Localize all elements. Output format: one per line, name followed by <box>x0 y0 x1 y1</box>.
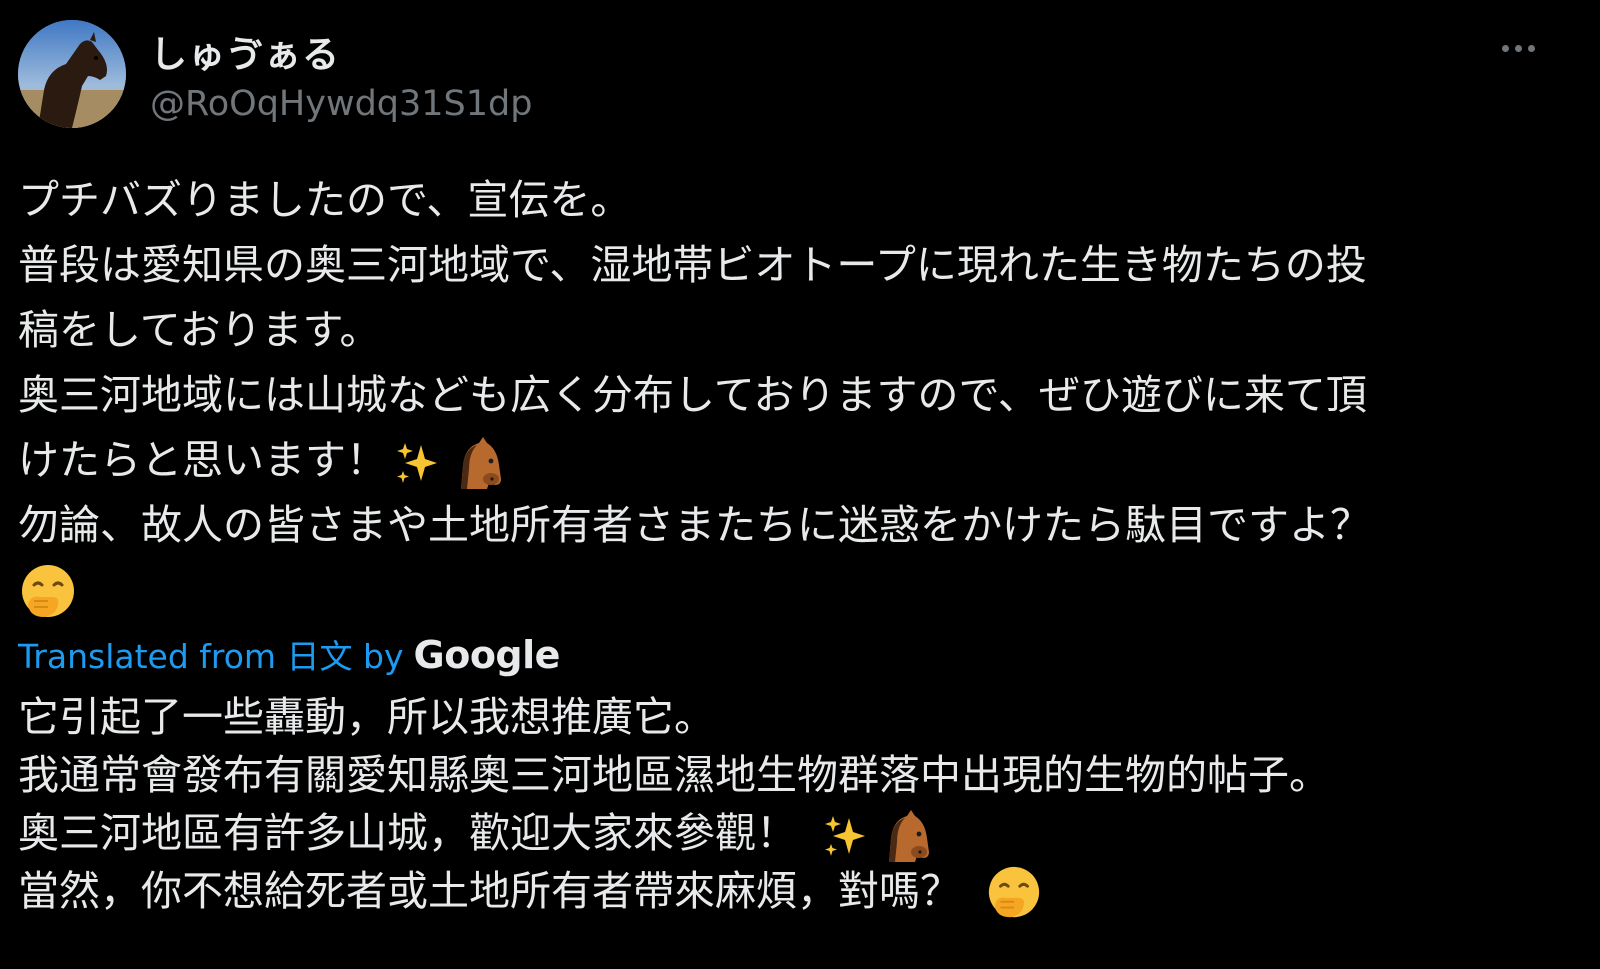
sparkles-emoji <box>393 439 441 487</box>
translation-attribution: Translated from 日文 by Google <box>18 630 560 678</box>
horse-photo-avatar <box>18 20 126 128</box>
author-display-name[interactable]: しゅゔぁる <box>150 24 340 78</box>
translation-line: 奧三河地區有許多山城，歡迎大家來參觀！ <box>18 809 797 857</box>
translation-line-with-emoji: 當然，你不想給死者或土地所有者帶來麻煩，對嗎？ <box>18 862 1578 920</box>
post-line: プチバズりましたので、宣伝を。 <box>18 176 632 224</box>
more-dot <box>1501 44 1509 52</box>
translation-line: 當然，你不想給死者或土地所有者帶來麻煩，對嗎？ <box>18 867 961 915</box>
horse-face-emoji <box>447 435 503 491</box>
google-logo: Google <box>413 633 561 677</box>
translation-body: 它引起了一些轟動，所以我想推廣它。 我通常會發布有關愛知縣奧三河地區濕地生物群落… <box>18 688 1578 920</box>
post-line-emoji-only <box>18 558 1578 623</box>
tweet-card: しゅゔぁる @RoOqHywdq31S1dp プチバズりましたので、宣伝を。 普… <box>0 0 1600 969</box>
post-line: 勿論、故人の皆さまや土地所有者さまたちに迷惑をかけたら駄目ですよ？ <box>18 501 1371 549</box>
translation-line: 它引起了一些轟動，所以我想推廣它。 <box>18 693 715 741</box>
hand-over-mouth-emoji <box>985 865 1043 923</box>
ellipsis-icon[interactable] <box>1488 30 1548 66</box>
more-dot <box>1527 44 1535 52</box>
translation-line-with-emoji: 奧三河地區有許多山城，歡迎大家來參觀！ <box>18 804 1578 862</box>
author-handle[interactable]: @RoOqHywdq31S1dp <box>150 84 532 124</box>
post-line: 普段は愛知県の奥三河地域で、湿地帯ビオトープに現れた生き物たちの投 <box>18 241 1367 289</box>
horse-face-emoji <box>875 808 931 864</box>
post-line: 奥三河地域には山城なども広く分布しておりますので、ぜひ遊びに来て頂 <box>18 371 1367 419</box>
avatar[interactable] <box>18 20 126 128</box>
sparkles-emoji <box>821 812 869 860</box>
post-body: プチバズりましたので、宣伝を。 普段は愛知県の奥三河地域で、湿地帯ビオトープに現… <box>18 168 1578 623</box>
translated-from-link[interactable]: Translated from 日文 by <box>18 630 404 678</box>
post-line: 稿をしております。 <box>18 306 381 354</box>
post-line: けたらと思います！ <box>18 436 387 484</box>
hand-over-mouth-emoji <box>18 563 78 623</box>
translation-line: 我通常會發布有關愛知縣奧三河地區濕地生物群落中出現的生物的帖子。 <box>18 751 1330 799</box>
more-dot <box>1514 44 1522 52</box>
post-line-with-emoji: けたらと思います！ <box>18 428 1578 493</box>
